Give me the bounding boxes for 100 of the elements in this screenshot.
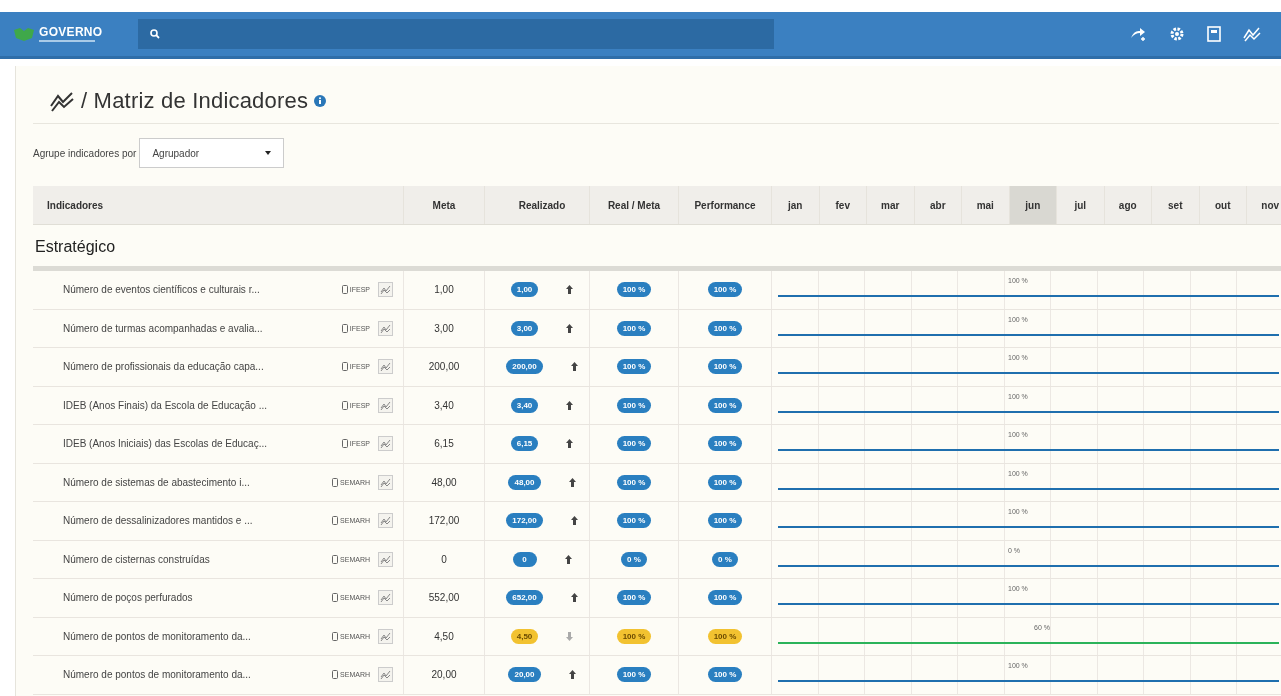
meta-value: 6,15	[434, 438, 454, 450]
ratio-value: 100 %	[616, 359, 652, 375]
chart-button-icon[interactable]	[378, 359, 393, 375]
indicator-name: Número de poços perfurados	[63, 592, 194, 604]
ratio-value: 100 %	[616, 590, 652, 606]
realized-value: 1,00	[510, 282, 539, 298]
ratio-value: 100 %	[616, 667, 652, 683]
indicator-name: IDEB (Anos Finais) da Escola de Educação ...	[63, 399, 268, 411]
document-icon[interactable]	[1207, 26, 1221, 42]
group-heading: Estratégico	[34, 237, 117, 257]
group-by-label: Agrupe indicadores por	[33, 147, 137, 159]
indicator-name: Número de sistemas de abastecimento i...	[63, 476, 251, 488]
performance-value: 100 %	[707, 282, 743, 298]
settings-icon[interactable]	[1169, 26, 1185, 42]
logo-icon	[12, 26, 36, 42]
search-field[interactable]	[138, 19, 774, 49]
indicator-name: Número de eventos científicos e culturais r...	[63, 284, 261, 296]
indicator-name: Número de turmas acompanhadas e avalia...	[63, 322, 264, 334]
arrow-down-icon	[566, 631, 574, 641]
realized-value: 172,00	[506, 513, 543, 529]
phone-icon	[341, 362, 348, 372]
performance-value: 100 %	[707, 359, 743, 375]
indicator-name: Número de pontos de monitoramento da...	[63, 630, 252, 642]
column-header: Meta	[404, 186, 485, 224]
arrow-up-icon	[568, 670, 576, 680]
month-header: out	[1199, 186, 1247, 224]
indicator-name: Número de cisternas construídas	[63, 553, 211, 565]
trend-icon[interactable]	[1243, 26, 1261, 42]
meta-value: 4,50	[434, 630, 454, 642]
realized-value: 48,00	[508, 474, 541, 490]
month-header: fev	[819, 186, 867, 224]
arrow-up-icon	[570, 516, 578, 526]
performance-value: 0 %	[712, 551, 738, 567]
phone-icon	[341, 400, 348, 410]
performance-value: 100 %	[707, 397, 743, 413]
trend-icon	[49, 90, 75, 112]
performance-value: 100 %	[707, 436, 743, 452]
meta-value: 552,00	[428, 592, 460, 604]
ratio-value: 100 %	[616, 320, 652, 336]
performance-value: 100 %	[707, 590, 743, 606]
group-by-dropdown[interactable]: Agrupador	[139, 138, 285, 168]
arrow-up-icon	[566, 439, 574, 449]
ratio-value: 100 %	[616, 628, 652, 644]
month-header: mai	[962, 186, 1010, 224]
column-header: Indicadores	[33, 186, 404, 224]
meta-value: 48,00	[431, 476, 457, 488]
phone-icon	[332, 516, 339, 526]
realized-value: 20,00	[508, 667, 541, 683]
phone-icon	[341, 323, 348, 333]
chart-button-icon[interactable]	[378, 628, 393, 644]
chart-button-icon[interactable]	[378, 282, 393, 298]
indicator-name: IDEB (Anos Iniciais) das Escolas de Educaç...	[63, 438, 268, 450]
ratio-value: 100 %	[616, 474, 652, 490]
logo-stripe-icon	[39, 40, 95, 43]
page-title: / Matriz de Indicadores	[81, 88, 309, 114]
performance-value: 100 %	[707, 474, 743, 490]
phone-icon	[332, 477, 339, 487]
performance-value: 100 %	[707, 667, 743, 683]
meta-value: 20,00	[431, 669, 457, 681]
month-header: mar	[867, 186, 915, 224]
phone-icon	[332, 593, 339, 603]
chart-button-icon[interactable]	[378, 667, 393, 683]
month-header: abr	[914, 186, 962, 224]
realized-value: 3,40	[510, 397, 539, 413]
month-header: set	[1152, 186, 1200, 224]
column-header: Realizado	[485, 186, 590, 224]
chart-button-icon[interactable]	[378, 397, 393, 413]
chart-button-icon[interactable]	[378, 320, 393, 336]
indicator-name: Número de pontos de monitoramento da...	[63, 669, 252, 681]
caret-icon	[265, 151, 272, 155]
ratio-value: 100 %	[616, 436, 652, 452]
meta-value: 1,00	[434, 284, 454, 296]
arrow-up-icon	[566, 323, 574, 333]
chart-button-icon[interactable]	[378, 590, 393, 606]
chart-button-icon[interactable]	[378, 474, 393, 490]
realized-value: 3,00	[510, 320, 539, 336]
month-header: nov	[1247, 186, 1281, 224]
ratio-value: 100 %	[616, 513, 652, 529]
meta-value: 3,40	[434, 399, 454, 411]
help-icon[interactable]	[314, 95, 327, 107]
performance-value: 100 %	[707, 628, 743, 644]
month-header: jun	[1009, 186, 1057, 224]
chart-button-icon[interactable]	[378, 551, 393, 567]
ratio-value: 0 %	[621, 551, 647, 567]
realized-value: 6,15	[510, 436, 539, 452]
ratio-value: 100 %	[616, 282, 652, 298]
arrow-up-icon	[570, 593, 578, 603]
performance-value: 100 %	[707, 513, 743, 529]
ratio-value: 100 %	[616, 397, 652, 413]
arrow-up-icon	[564, 554, 572, 564]
month-header: ago	[1104, 186, 1152, 224]
phone-icon	[332, 554, 339, 564]
chart-button-icon[interactable]	[378, 513, 393, 529]
search-icon	[150, 29, 160, 39]
chart-button-icon[interactable]	[378, 436, 393, 452]
meta-value: 0	[441, 553, 447, 565]
indicator-name: Número de dessalinizadores mantidos e ...	[63, 515, 254, 527]
realized-value: 4,50	[510, 628, 539, 644]
share-icon[interactable]	[1129, 26, 1147, 42]
indicator-name: Número de profissionais da educação capa...	[63, 361, 265, 373]
